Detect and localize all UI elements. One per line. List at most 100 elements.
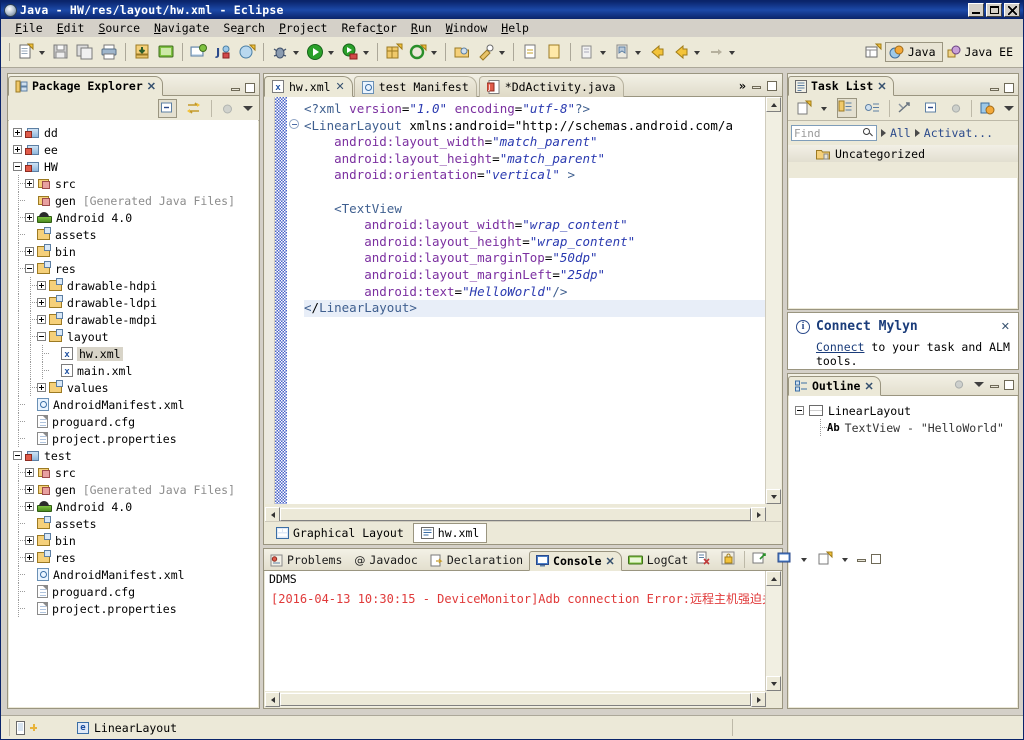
tree-item-project-properties[interactable]: project.properties <box>9 600 258 617</box>
open-console-icon[interactable] <box>817 550 835 568</box>
tab-outline[interactable]: Outline ✕ <box>788 376 881 396</box>
minimize-editor-icon[interactable] <box>752 82 761 90</box>
minimize-view-icon[interactable] <box>857 555 867 563</box>
package-explorer-tree[interactable]: dd ee HW src gen [Generated Java Files] Andro… <box>9 120 258 707</box>
open-perspective-icon[interactable] <box>862 41 884 63</box>
tree-item-dd[interactable]: dd <box>9 124 258 141</box>
hscroll-thumb[interactable] <box>280 508 751 521</box>
close-button[interactable] <box>1004 3 1020 17</box>
link-with-editor-icon[interactable] <box>185 99 204 118</box>
tree-item-android-4-0[interactable]: Android 4.0 <box>9 498 258 515</box>
close-icon[interactable]: ✕ <box>877 80 886 93</box>
new-task-dropdown-icon[interactable] <box>820 99 829 117</box>
forward-icon[interactable] <box>670 41 692 63</box>
tree-item-androidmanifest-xml[interactable]: AndroidManifest.xml <box>9 396 258 413</box>
tab-declaration[interactable]: Declaration <box>424 550 529 570</box>
run-external-tools-icon[interactable] <box>339 41 361 63</box>
tree-item-project-properties[interactable]: project.properties <box>9 430 258 447</box>
source-code[interactable]: <?xml version="1.0" encoding="utf-8"?> <… <box>301 97 781 504</box>
editor-tab-overflow[interactable]: » <box>739 79 782 96</box>
expand-icon[interactable] <box>25 485 34 494</box>
android-sdk-icon[interactable] <box>155 41 177 63</box>
new-android-project-icon[interactable] <box>236 41 258 63</box>
forward-dropdown-icon[interactable] <box>693 43 702 61</box>
expand-icon[interactable] <box>25 213 34 222</box>
maximize-view-icon[interactable] <box>245 83 255 93</box>
task-group-uncategorized[interactable]: Uncategorized <box>788 145 1018 162</box>
hscroll-thumb[interactable] <box>280 693 751 706</box>
expand-icon[interactable] <box>25 553 34 562</box>
scroll-lock-icon[interactable] <box>720 550 738 568</box>
console-horizontal-scrollbar[interactable] <box>265 692 766 707</box>
debug-dropdown-icon[interactable] <box>292 43 301 61</box>
expand-icon[interactable] <box>37 298 46 307</box>
collapse-icon[interactable] <box>13 162 22 171</box>
collapse-icon[interactable] <box>795 406 804 415</box>
menu-navigate[interactable]: Navigate <box>147 20 216 36</box>
clear-console-icon[interactable] <box>695 550 713 568</box>
scroll-up-icon[interactable] <box>766 571 781 586</box>
task-list-body[interactable] <box>789 178 1017 308</box>
tree-item-ee[interactable]: ee <box>9 141 258 158</box>
close-icon[interactable]: ✕ <box>606 555 615 568</box>
focus-icon[interactable] <box>219 100 236 117</box>
search-icon[interactable] <box>475 41 497 63</box>
focus-on-workweek-icon[interactable] <box>896 99 915 118</box>
expand-icon[interactable] <box>25 179 34 188</box>
scroll-down-icon[interactable] <box>766 676 781 691</box>
save-all-icon[interactable] <box>74 41 96 63</box>
minimize-view-icon[interactable] <box>990 84 999 92</box>
collapse-all-icon[interactable] <box>922 99 941 118</box>
scroll-left-icon[interactable] <box>265 692 280 707</box>
tab-javadoc[interactable]: @ Javadoc <box>348 550 423 570</box>
minimize-button[interactable] <box>968 3 984 17</box>
maximize-view-icon[interactable] <box>871 554 882 564</box>
tree-item-drawable-hdpi[interactable]: drawable-hdpi <box>9 277 258 294</box>
tree-item-src[interactable]: src <box>9 175 258 192</box>
next-edit-dropdown-icon[interactable] <box>728 43 737 61</box>
menu-project[interactable]: Project <box>272 20 334 36</box>
new-class-dropdown-icon[interactable] <box>430 43 439 61</box>
menu-refactor[interactable]: Refactor <box>334 20 403 36</box>
expand-icon[interactable] <box>25 468 34 477</box>
minimize-view-icon[interactable] <box>231 84 240 92</box>
export-icon[interactable] <box>131 41 153 63</box>
annotation-ruler[interactable] <box>265 97 275 504</box>
maximize-button[interactable] <box>986 3 1002 17</box>
tree-item-bin[interactable]: bin <box>9 532 258 549</box>
tab-console[interactable]: Console ✕ <box>529 551 622 571</box>
focus-icon[interactable] <box>951 376 968 393</box>
external-tools-dropdown-icon[interactable] <box>362 43 371 61</box>
collapse-icon[interactable] <box>37 332 46 341</box>
bottom-tab-hw-xml[interactable]: hw.xml <box>412 522 488 543</box>
task-find-input[interactable]: Find <box>791 125 877 141</box>
collapse-all-icon[interactable] <box>158 98 177 118</box>
outline-item-textview[interactable]: Ab TextView - "HelloWorld" <box>795 419 1017 436</box>
previous-annotation-icon[interactable] <box>543 41 565 63</box>
tree-item-hw-xml[interactable]: x hw.xml <box>9 345 258 362</box>
new-icon[interactable] <box>15 41 37 63</box>
menu-run[interactable]: Run <box>404 20 439 36</box>
folding-ruler[interactable] <box>287 97 301 504</box>
scroll-right-icon[interactable] <box>751 692 766 707</box>
next-annotation-icon[interactable] <box>519 41 541 63</box>
filter-activated[interactable]: Activat... <box>924 126 993 140</box>
bookmark-dropdown-icon[interactable] <box>634 43 643 61</box>
open-console-dropdown-icon[interactable] <box>841 550 850 568</box>
tree-item-gen[interactable]: gen [Generated Java Files] <box>9 192 258 209</box>
avd-manager-icon[interactable] <box>188 41 210 63</box>
display-selected-console-icon[interactable] <box>776 550 794 568</box>
print-icon[interactable] <box>98 41 120 63</box>
tree-item-assets[interactable]: assets <box>9 515 258 532</box>
junit-icon[interactable]: J <box>212 41 234 63</box>
focus-icon[interactable] <box>948 100 965 117</box>
scroll-left-icon[interactable] <box>265 507 280 522</box>
expand-icon[interactable] <box>37 315 46 324</box>
fold-collapse-icon[interactable] <box>289 119 299 129</box>
filter-all[interactable]: All <box>890 126 911 140</box>
tab-package-explorer[interactable]: Package Explorer ✕ <box>8 76 163 96</box>
synchronize-icon[interactable] <box>978 99 997 118</box>
menu-edit[interactable]: Edit <box>50 20 92 36</box>
menu-source[interactable]: Source <box>91 20 147 36</box>
maximize-editor-icon[interactable] <box>767 81 777 91</box>
